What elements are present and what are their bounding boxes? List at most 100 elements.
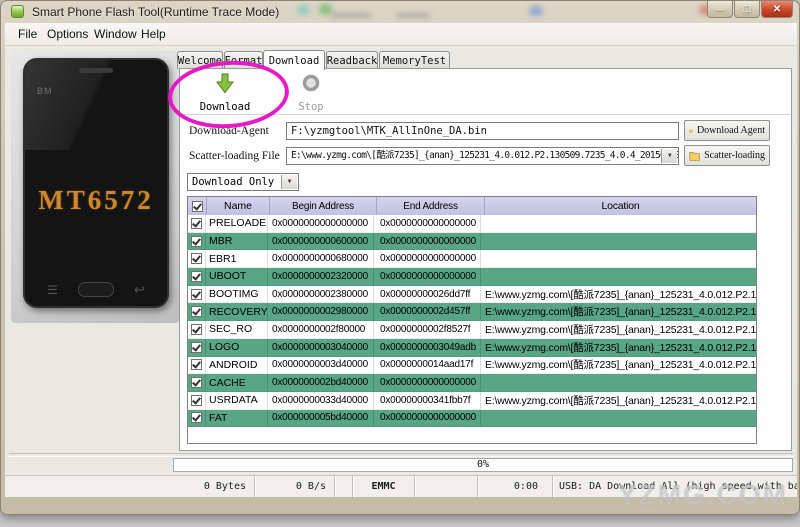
row-checkbox-cell[interactable] (188, 250, 206, 269)
partition-name: MBR (206, 232, 268, 251)
location-path (481, 410, 756, 428)
scatter-file-combobox[interactable]: E:\www.yzmg.com\[酷派7235]_{anan}_125231_4… (286, 147, 679, 165)
location-path: E:\www.yzmg.com\[酷派7235]_{anan}_125231_4… (481, 286, 756, 304)
row-checkbox[interactable] (191, 323, 202, 335)
end-address: 0x0000000000000000 (374, 215, 481, 233)
table-row[interactable]: ANDROID 0x0000000003d40000 0x0000000014aad… (188, 356, 756, 375)
row-checkbox-cell[interactable] (188, 374, 206, 392)
table-row[interactable]: USRDATA 0x0000000033d40000 0x00000000341fb… (188, 391, 756, 410)
row-checkbox-cell[interactable] (188, 268, 206, 286)
end-address: 0x0000000000000000 (374, 268, 481, 286)
download-agent-button[interactable]: Download Agent (684, 120, 770, 141)
stop-button-label: Stop (298, 101, 324, 113)
table-row[interactable]: FAT 0x000000005bd40000 0x0000000000000000 (188, 409, 756, 428)
row-checkbox-cell[interactable] (188, 391, 206, 410)
download-agent-input[interactable]: F:\yzmgtool\MTK_AllInOne_DA.bin (286, 122, 679, 140)
begin-address: 0x0000000002380000 (268, 285, 374, 304)
table-row[interactable]: PRELOADER 0x0000000000000000 0x00000000000… (188, 215, 756, 233)
location-path: E:\www.yzmg.com\[酷派7235]_{anan}_125231_4… (481, 357, 756, 375)
tab-memorytest[interactable]: MemoryTest (379, 51, 450, 69)
menu-window[interactable]: Window (94, 23, 137, 46)
table-row[interactable]: UBOOT 0x0000000002320000 0x000000000000000… (188, 268, 756, 286)
window-controls: — ❐ ✕ (706, 1, 793, 18)
row-checkbox-cell[interactable] (188, 356, 206, 375)
status-bar: 0 Bytes 0 B/s EMMC 0:00 USB: DA Download… (5, 475, 797, 497)
scatter-loading-button-label: Scatter-loading (704, 150, 765, 161)
scatter-dropdown-icon[interactable]: ▼ (661, 149, 677, 163)
row-checkbox-cell[interactable] (188, 338, 206, 357)
location-path (481, 250, 756, 269)
phone-menu-icon: ☰ (47, 283, 58, 297)
status-usb-mode: USB: DA Download All (high speed,with ba… (559, 481, 797, 492)
begin-address: 0x000000005bd40000 (268, 409, 374, 428)
row-checkbox[interactable] (191, 412, 202, 424)
partition-name: CACHE (206, 374, 268, 392)
row-checkbox-cell[interactable] (188, 215, 206, 233)
row-checkbox[interactable] (191, 359, 202, 371)
desktop-bleed-gray2 (396, 13, 430, 18)
end-address: 0x0000000002f8527f (374, 321, 481, 339)
header-location[interactable]: Location (485, 197, 756, 215)
row-checkbox[interactable] (191, 288, 202, 300)
close-button[interactable]: ✕ (761, 1, 793, 18)
row-checkbox[interactable] (191, 235, 202, 247)
tab-download[interactable]: Download (263, 50, 325, 70)
minimize-button[interactable]: — (707, 1, 733, 18)
app-icon (11, 5, 24, 18)
tab-readback[interactable]: Readback (326, 51, 378, 69)
header-checkbox[interactable] (191, 200, 203, 212)
partition-table: Name Begin Address End Address Location … (187, 196, 757, 444)
desktop-bleed-teal (297, 5, 309, 15)
row-checkbox-cell[interactable] (188, 409, 206, 428)
end-address: 0x00000000341fbb7f (374, 391, 481, 410)
begin-address: 0x0000000002f80000 (268, 321, 374, 339)
desktop-bleed-gray1 (331, 13, 371, 18)
header-end-address[interactable]: End Address (377, 197, 485, 215)
menu-file[interactable]: File (18, 23, 37, 46)
table-row[interactable]: EBR1 0x0000000000680000 0x0000000000000000 (188, 250, 756, 269)
row-checkbox[interactable] (191, 217, 202, 229)
mode-dropdown-icon[interactable]: ▼ (281, 175, 297, 189)
download-mode-select[interactable]: Download Only ▼ (187, 173, 299, 191)
phone-home-button (78, 282, 114, 297)
begin-address: 0x0000000003d40000 (268, 356, 374, 375)
phone-nav-row: ☰ ↪ (25, 281, 167, 299)
maximize-button[interactable]: ❐ (734, 1, 760, 18)
table-row[interactable]: MBR 0x0000000000600000 0x0000000000000000 (188, 232, 756, 251)
begin-address: 0x0000000033d40000 (268, 391, 374, 410)
menu-help[interactable]: Help (141, 23, 166, 46)
title-bar[interactable]: Smart Phone Flash Tool(Runtime Trace Mod… (1, 1, 800, 23)
location-path: E:\www.yzmg.com\[酷派7235]_{anan}_125231_4… (481, 321, 756, 339)
status-empty-2 (415, 476, 478, 497)
row-checkbox[interactable] (191, 377, 202, 389)
table-row[interactable]: CACHE 0x000000002bd40000 0x000000000000000… (188, 374, 756, 392)
row-checkbox[interactable] (191, 270, 202, 282)
row-checkbox-cell[interactable] (188, 285, 206, 304)
table-header-row: Name Begin Address End Address Location (188, 197, 756, 215)
row-checkbox-cell[interactable] (188, 321, 206, 339)
header-begin-address[interactable]: Begin Address (270, 197, 377, 215)
row-checkbox-cell[interactable] (188, 303, 206, 322)
end-address: 0x0000000000000000 (374, 409, 481, 428)
table-row[interactable]: SEC_RO 0x0000000002f80000 0x0000000002f852… (188, 321, 756, 339)
row-checkbox[interactable] (191, 253, 202, 265)
end-address: 0x00000000026dd7ff (374, 285, 481, 304)
progress-bar: 0% (173, 458, 793, 472)
desktop-bleed-green (319, 4, 332, 15)
row-checkbox[interactable] (191, 394, 202, 406)
header-name[interactable]: Name (207, 197, 270, 215)
table-row[interactable]: LOGO 0x0000000003040000 0x0000000003049adb… (188, 338, 756, 357)
table-row[interactable]: RECOVERY 0x0000000002980000 0x0000000002d4… (188, 303, 756, 322)
header-checkbox-cell[interactable] (188, 197, 207, 215)
end-address: 0x0000000003049adb (374, 338, 481, 357)
table-row[interactable]: BOOTIMG 0x0000000002380000 0x00000000026dd… (188, 285, 756, 304)
table-body: PRELOADER 0x0000000000000000 0x00000000000… (188, 215, 756, 428)
status-empty-1 (335, 476, 353, 497)
partition-name: UBOOT (206, 268, 268, 286)
row-checkbox[interactable] (191, 341, 202, 353)
end-address: 0x0000000014aad17f (374, 356, 481, 375)
scatter-loading-button[interactable]: Scatter-loading (684, 145, 770, 166)
menu-options[interactable]: Options (47, 23, 88, 46)
row-checkbox[interactable] (191, 306, 202, 318)
row-checkbox-cell[interactable] (188, 232, 206, 251)
